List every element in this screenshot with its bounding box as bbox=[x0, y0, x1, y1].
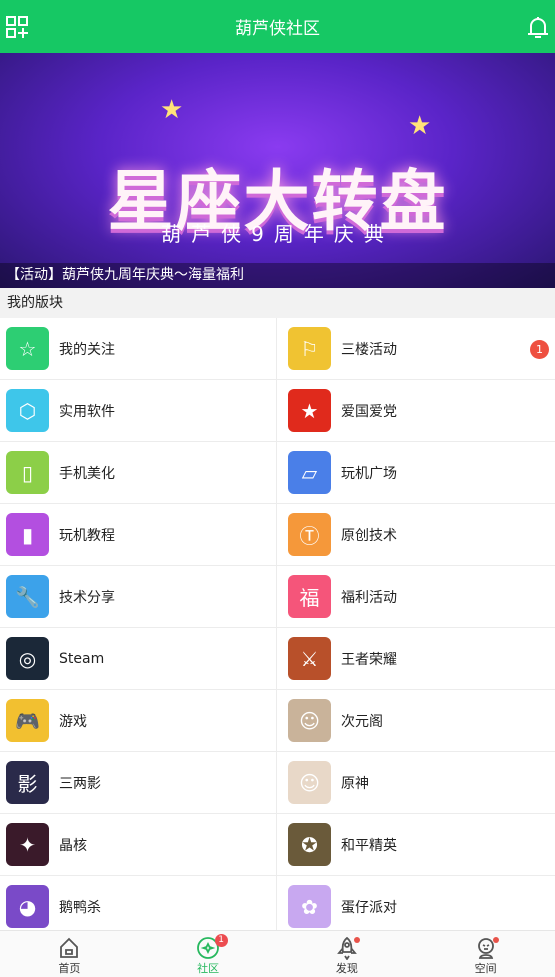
grid-add-icon[interactable] bbox=[6, 16, 28, 38]
unread-badge: 1 bbox=[530, 340, 549, 359]
board-item[interactable]: 🎮 游戏 bbox=[0, 690, 277, 752]
board-item[interactable]: Ⓣ 原创技术 bbox=[277, 504, 555, 566]
banner-logo-subtitle: 葫芦侠9周年庆典 bbox=[161, 222, 394, 246]
board-item[interactable]: ☺ 次元阁 bbox=[277, 690, 555, 752]
board-icon: ▮ bbox=[6, 513, 49, 556]
bottom-nav: 首页 1 社区 发现 空间 bbox=[0, 930, 555, 977]
nav-label: 空间 bbox=[474, 962, 497, 975]
board-icon: ▯ bbox=[6, 451, 49, 494]
notification-dot bbox=[353, 937, 360, 943]
board-icon: ▱ bbox=[288, 451, 331, 494]
star-icon: ★ bbox=[160, 95, 184, 125]
board-label: Steam bbox=[59, 650, 105, 667]
board-item[interactable]: ⬡ 实用软件 bbox=[0, 380, 277, 442]
nav-tab-3[interactable]: 空间 bbox=[416, 931, 555, 977]
board-icon: ★ bbox=[288, 389, 331, 432]
board-label: 三楼活动 bbox=[341, 341, 397, 358]
board-icon: 福 bbox=[288, 575, 331, 618]
top-bar: 葫芦侠社区 bbox=[0, 0, 555, 53]
board-item[interactable]: ✦ 晶核 bbox=[0, 814, 277, 876]
board-icon: ◕ bbox=[6, 885, 49, 928]
board-label: 实用软件 bbox=[59, 403, 115, 420]
notification-dot bbox=[492, 937, 499, 943]
section-title: 我的版块 bbox=[0, 288, 555, 318]
nav-badge: 1 bbox=[214, 934, 228, 947]
nav-tab-0[interactable]: 首页 bbox=[0, 931, 139, 977]
banner-caption: 【活动】葫芦侠九周年庆典～海量福利 bbox=[0, 263, 555, 288]
board-label: 手机美化 bbox=[59, 465, 115, 482]
board-label: 原创技术 bbox=[341, 527, 397, 544]
board-icon: 影 bbox=[6, 761, 49, 804]
board-label: 鹅鸭杀 bbox=[59, 899, 101, 916]
board-item[interactable]: 影三两影 bbox=[0, 752, 277, 814]
board-item[interactable]: ☺ 原神 bbox=[277, 752, 555, 814]
board-icon: ⚐ bbox=[288, 327, 331, 370]
board-label: 晶核 bbox=[59, 837, 87, 854]
board-icon: ⚔ bbox=[288, 637, 331, 680]
board-label: 和平精英 bbox=[341, 837, 397, 854]
board-icon: ☺ bbox=[288, 699, 331, 742]
board-label: 我的关注 bbox=[59, 341, 115, 358]
board-icon: ◎ bbox=[6, 637, 49, 680]
board-item[interactable]: ▯ 手机美化 bbox=[0, 442, 277, 504]
board-label: 福利活动 bbox=[341, 589, 397, 606]
board-grid: ☆ 我的关注 ⚐ 三楼活动 1 ⬡ 实用软件 ★ 爱国爱党 ▯ 手机美化 ▱ 玩机广场 ▮ 玩机教程 Ⓣ 原创技… bbox=[0, 318, 555, 938]
nav-label: 社区 bbox=[197, 962, 220, 975]
board-item[interactable]: ▱ 玩机广场 bbox=[277, 442, 555, 504]
board-item[interactable]: ★ 爱国爱党 bbox=[277, 380, 555, 442]
board-item[interactable]: 🔧 技术分享 bbox=[0, 566, 277, 628]
board-item[interactable]: ⚐ 三楼活动 1 bbox=[277, 318, 555, 380]
board-icon: Ⓣ bbox=[288, 513, 331, 556]
board-item[interactable]: ☆ 我的关注 bbox=[0, 318, 277, 380]
board-icon: 🎮 bbox=[6, 699, 49, 742]
nav-tab-2[interactable]: 发现 bbox=[278, 931, 417, 977]
board-label: 玩机教程 bbox=[59, 527, 115, 544]
bell-icon[interactable] bbox=[527, 16, 549, 40]
board-item[interactable]: ⚔ 王者荣耀 bbox=[277, 628, 555, 690]
page-title: 葫芦侠社区 bbox=[235, 19, 320, 39]
home-icon bbox=[60, 937, 79, 958]
board-label: 技术分享 bbox=[59, 589, 115, 606]
board-icon: 🔧 bbox=[6, 575, 49, 618]
board-item[interactable]: ✿ 蛋仔派对 bbox=[277, 876, 555, 938]
nav-tab-1[interactable]: 1 社区 bbox=[139, 931, 278, 977]
board-label: 玩机广场 bbox=[341, 465, 397, 482]
nav-label: 首页 bbox=[58, 962, 81, 975]
board-label: 原神 bbox=[341, 775, 369, 792]
board-label: 游戏 bbox=[59, 713, 87, 730]
board-label: 爱国爱党 bbox=[341, 403, 397, 420]
event-banner[interactable]: ★ ★ 星座大转盘 葫芦侠9周年庆典 【活动】葫芦侠九周年庆典～海量福利 bbox=[0, 53, 555, 288]
board-icon: ✪ bbox=[288, 823, 331, 866]
board-icon: ☆ bbox=[6, 327, 49, 370]
board-label: 三两影 bbox=[59, 775, 101, 792]
board-icon: ✿ bbox=[288, 885, 331, 928]
board-icon: ☺ bbox=[288, 761, 331, 804]
board-item[interactable]: ◎ Steam bbox=[0, 628, 277, 690]
board-label: 王者荣耀 bbox=[341, 651, 397, 668]
nav-label: 发现 bbox=[335, 962, 358, 975]
board-item[interactable]: ✪ 和平精英 bbox=[277, 814, 555, 876]
board-item[interactable]: ▮ 玩机教程 bbox=[0, 504, 277, 566]
board-icon: ✦ bbox=[6, 823, 49, 866]
board-item[interactable]: 福福利活动 bbox=[277, 566, 555, 628]
board-label: 次元阁 bbox=[341, 713, 383, 730]
board-item[interactable]: ◕ 鹅鸭杀 bbox=[0, 876, 277, 938]
board-icon: ⬡ bbox=[6, 389, 49, 432]
board-label: 蛋仔派对 bbox=[341, 899, 397, 916]
star-icon: ★ bbox=[408, 111, 432, 141]
